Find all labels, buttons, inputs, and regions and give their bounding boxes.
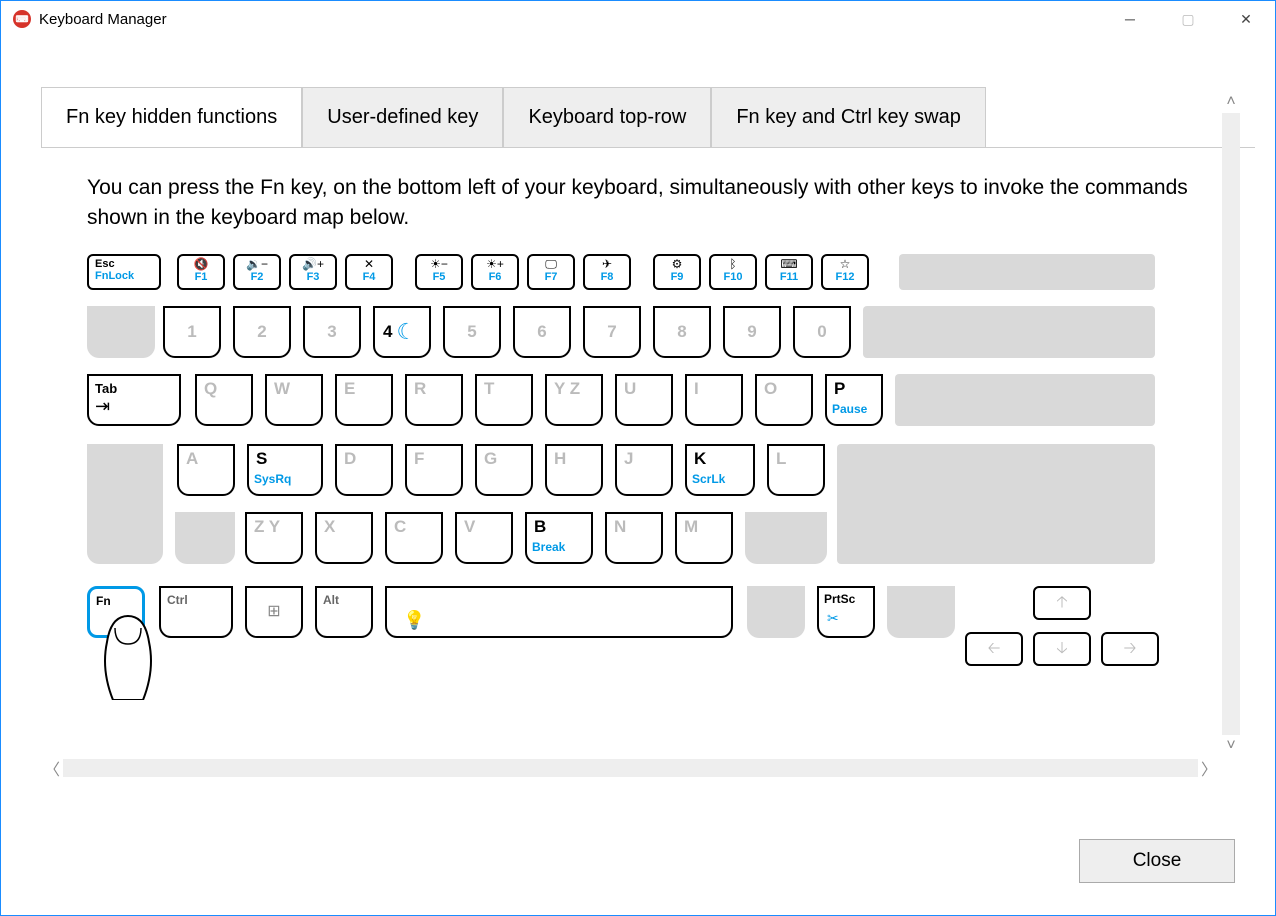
key-s: SSysRq: [247, 444, 323, 496]
grey-block: [887, 586, 955, 638]
key-prtsc: PrtSc✂: [817, 586, 875, 638]
key-f5: ☀−F5: [415, 254, 463, 290]
key-b: BBreak: [525, 512, 593, 564]
grey-block: [87, 444, 163, 564]
scroll-right-button[interactable]: 〉: [1198, 757, 1220, 779]
key-a: A: [177, 444, 235, 496]
key-yz: Y Z: [545, 374, 603, 426]
scroll-up-button[interactable]: ˄: [1220, 91, 1242, 113]
vertical-scrollbar[interactable]: ˄ ˅: [1220, 91, 1242, 757]
finger-icon: [93, 610, 163, 700]
key-f6: ☀+F6: [471, 254, 519, 290]
key-f4: ✕F4: [345, 254, 393, 290]
key-g: G: [475, 444, 533, 496]
tab-row: Fn key hidden functions User-defined key…: [41, 87, 1275, 148]
key-zy: Z Y: [245, 512, 303, 564]
key-p: PPause: [825, 374, 883, 426]
key-t: T: [475, 374, 533, 426]
scroll-track[interactable]: [63, 759, 1198, 777]
key-f8: ✈F8: [583, 254, 631, 290]
key-arrow-left: 🡠: [965, 632, 1023, 666]
scroll-left-button[interactable]: 〈: [41, 757, 63, 779]
key-f1: 🔇F1: [177, 254, 225, 290]
tab-fn-hidden[interactable]: Fn key hidden functions: [41, 87, 302, 148]
key-f12: ☆F12: [821, 254, 869, 290]
key-o: O: [755, 374, 813, 426]
key-k: KScrLk: [685, 444, 755, 496]
key-arrow-up: 🡡: [1033, 586, 1091, 620]
key-f3: 🔊+F3: [289, 254, 337, 290]
key-x: X: [315, 512, 373, 564]
grey-block: [87, 306, 155, 358]
key-f2: 🔉−F2: [233, 254, 281, 290]
grey-block: [837, 444, 1155, 564]
key-5: 5: [443, 306, 501, 358]
close-window-button[interactable]: ✕: [1217, 1, 1275, 37]
backlight-icon: 💡: [387, 588, 731, 631]
key-f11: ⌨F11: [765, 254, 813, 290]
grey-block: [745, 512, 827, 564]
app-icon: ⌨: [13, 10, 31, 28]
key-d: D: [335, 444, 393, 496]
grey-block: [863, 306, 1155, 358]
key-alt: Alt: [315, 586, 373, 638]
window-title: Keyboard Manager: [39, 11, 167, 28]
key-f: F: [405, 444, 463, 496]
key-7: 7: [583, 306, 641, 358]
tab-arrow-icon: ⇥: [95, 396, 173, 417]
key-w: W: [265, 374, 323, 426]
key-arrow-right: 🡢: [1101, 632, 1159, 666]
grey-block: [895, 374, 1155, 426]
titlebar: ⌨ Keyboard Manager: [1, 1, 1275, 37]
key-space: 💡: [385, 586, 733, 638]
keyboard-diagram: EscFnLock 🔇F1 🔉−F2 🔊+F3 ✕F4 ☀−F5 ☀+F6 🖵F…: [87, 254, 1172, 694]
key-v: V: [455, 512, 513, 564]
windows-icon: ⊞: [247, 588, 301, 636]
key-h: H: [545, 444, 603, 496]
horizontal-scrollbar[interactable]: 〈 〉: [41, 757, 1220, 779]
tab-fn-ctrl-swap[interactable]: Fn key and Ctrl key swap: [711, 87, 986, 148]
grey-block: [175, 512, 235, 564]
moon-icon: ☾: [396, 319, 416, 344]
key-ctrl: Ctrl: [159, 586, 233, 638]
tab-user-defined[interactable]: User-defined key: [302, 87, 503, 148]
key-f7: 🖵F7: [527, 254, 575, 290]
key-tab: Tab⇥: [87, 374, 181, 426]
scroll-track[interactable]: [1222, 113, 1240, 735]
key-3: 3: [303, 306, 361, 358]
snip-icon: ✂: [819, 610, 873, 627]
key-esc: EscFnLock: [87, 254, 161, 290]
description-text: You can press the Fn key, on the bottom …: [1, 149, 1275, 254]
close-button[interactable]: Close: [1079, 839, 1235, 883]
key-i: I: [685, 374, 743, 426]
key-f10: ᛒF10: [709, 254, 757, 290]
minimize-button[interactable]: ─: [1101, 1, 1159, 37]
key-2: 2: [233, 306, 291, 358]
window-controls: ─ ▢ ✕: [1101, 1, 1275, 37]
key-8: 8: [653, 306, 711, 358]
grey-block: [747, 586, 805, 638]
tab-underline: [41, 147, 1255, 148]
scroll-down-button[interactable]: ˅: [1220, 735, 1242, 757]
key-arrow-down: 🡣: [1033, 632, 1091, 666]
tab-top-row[interactable]: Keyboard top-row: [503, 87, 711, 148]
maximize-button: ▢: [1159, 1, 1217, 37]
key-win: ⊞: [245, 586, 303, 638]
key-0: 0: [793, 306, 851, 358]
key-l: L: [767, 444, 825, 496]
key-e: E: [335, 374, 393, 426]
key-r: R: [405, 374, 463, 426]
key-j: J: [615, 444, 673, 496]
key-u: U: [615, 374, 673, 426]
key-f9: ⚙F9: [653, 254, 701, 290]
key-6: 6: [513, 306, 571, 358]
key-9: 9: [723, 306, 781, 358]
key-1: 1: [163, 306, 221, 358]
key-c: C: [385, 512, 443, 564]
key-m: M: [675, 512, 733, 564]
key-n: N: [605, 512, 663, 564]
key-4: 4☾: [373, 306, 431, 358]
grey-block: [899, 254, 1155, 290]
key-q: Q: [195, 374, 253, 426]
